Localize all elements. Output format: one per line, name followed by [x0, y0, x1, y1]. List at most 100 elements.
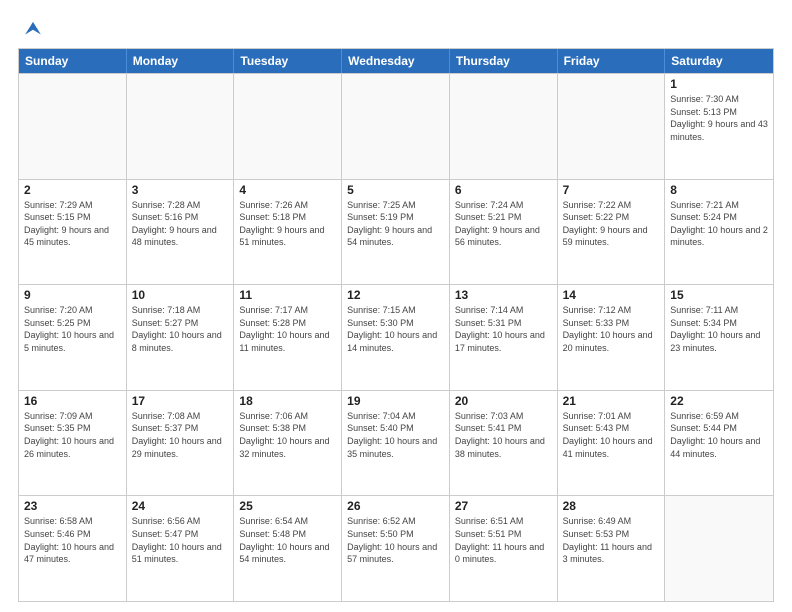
calendar-row-3: 16Sunrise: 7:09 AM Sunset: 5:35 PM Dayli…: [19, 390, 773, 496]
day-info: Sunrise: 7:18 AM Sunset: 5:27 PM Dayligh…: [132, 304, 229, 354]
calendar: Sunday Monday Tuesday Wednesday Thursday…: [18, 48, 774, 602]
day-number: 22: [670, 394, 768, 408]
weekday-friday: Friday: [558, 49, 666, 73]
calendar-cell-r0-c1: [127, 74, 235, 179]
calendar-cell-r3-c1: 17Sunrise: 7:08 AM Sunset: 5:37 PM Dayli…: [127, 391, 235, 496]
day-number: 27: [455, 499, 552, 513]
weekday-thursday: Thursday: [450, 49, 558, 73]
day-number: 6: [455, 183, 552, 197]
day-info: Sunrise: 7:29 AM Sunset: 5:15 PM Dayligh…: [24, 199, 121, 249]
calendar-row-1: 2Sunrise: 7:29 AM Sunset: 5:15 PM Daylig…: [19, 179, 773, 285]
day-info: Sunrise: 7:22 AM Sunset: 5:22 PM Dayligh…: [563, 199, 660, 249]
day-info: Sunrise: 7:28 AM Sunset: 5:16 PM Dayligh…: [132, 199, 229, 249]
day-number: 26: [347, 499, 444, 513]
calendar-cell-r0-c0: [19, 74, 127, 179]
day-info: Sunrise: 7:08 AM Sunset: 5:37 PM Dayligh…: [132, 410, 229, 460]
day-info: Sunrise: 7:11 AM Sunset: 5:34 PM Dayligh…: [670, 304, 768, 354]
day-info: Sunrise: 7:24 AM Sunset: 5:21 PM Dayligh…: [455, 199, 552, 249]
day-number: 10: [132, 288, 229, 302]
calendar-header: Sunday Monday Tuesday Wednesday Thursday…: [19, 49, 773, 73]
calendar-cell-r4-c3: 26 Sunrise: 6:52 AM Sunset: 5:50 PM Dayli…: [342, 496, 450, 601]
day-number: 25: [239, 499, 336, 513]
calendar-cell-r4-c5: 28 Sunrise: 6:49 AM Sunset: 5:53 PM Dayli…: [558, 496, 666, 601]
day-info: Sunrise: 6:51 AM Sunset: 5:51 PM Dayligh…: [455, 515, 552, 565]
day-number: 4: [239, 183, 336, 197]
day-number: 7: [563, 183, 660, 197]
day-number: 14: [563, 288, 660, 302]
day-info: Sunrise: 6:54 AM Sunset: 5:48 PM Dayligh…: [239, 515, 336, 565]
calendar-cell-r4-c4: 27 Sunrise: 6:51 AM Sunset: 5:51 PM Dayli…: [450, 496, 558, 601]
calendar-cell-r1-c0: 2Sunrise: 7:29 AM Sunset: 5:15 PM Daylig…: [19, 180, 127, 285]
calendar-cell-r4-c2: 25 Sunrise: 6:54 AM Sunset: 5:48 PM Dayli…: [234, 496, 342, 601]
day-number: 9: [24, 288, 121, 302]
calendar-body: 1 Sunrise: 7:30 AM Sunset: 5:13 PM Daylig…: [19, 73, 773, 601]
calendar-cell-r0-c6: 1 Sunrise: 7:30 AM Sunset: 5:13 PM Daylig…: [665, 74, 773, 179]
calendar-cell-r2-c6: 15 Sunrise: 7:11 AM Sunset: 5:34 PM Dayli…: [665, 285, 773, 390]
calendar-cell-r4-c1: 24 Sunrise: 6:56 AM Sunset: 5:47 PM Dayli…: [127, 496, 235, 601]
day-info: Sunrise: 7:14 AM Sunset: 5:31 PM Dayligh…: [455, 304, 552, 354]
calendar-cell-r2-c1: 10 Sunrise: 7:18 AM Sunset: 5:27 PM Dayli…: [127, 285, 235, 390]
day-info: Sunrise: 7:26 AM Sunset: 5:18 PM Dayligh…: [239, 199, 336, 249]
weekday-tuesday: Tuesday: [234, 49, 342, 73]
day-number: 18: [239, 394, 336, 408]
calendar-cell-r4-c6: [665, 496, 773, 601]
calendar-cell-r1-c3: 5 Sunrise: 7:25 AM Sunset: 5:19 PM Daylig…: [342, 180, 450, 285]
day-info: Sunrise: 7:01 AM Sunset: 5:43 PM Dayligh…: [563, 410, 660, 460]
day-number: 24: [132, 499, 229, 513]
day-info: Sunrise: 7:06 AM Sunset: 5:38 PM Dayligh…: [239, 410, 336, 460]
calendar-cell-r0-c4: [450, 74, 558, 179]
logo-icon: [22, 18, 44, 40]
day-number: 8: [670, 183, 768, 197]
day-info: Sunrise: 7:15 AM Sunset: 5:30 PM Dayligh…: [347, 304, 444, 354]
calendar-row-2: 9 Sunrise: 7:20 AM Sunset: 5:25 PM Daylig…: [19, 284, 773, 390]
day-info: Sunrise: 7:30 AM Sunset: 5:13 PM Dayligh…: [670, 93, 768, 143]
day-number: 13: [455, 288, 552, 302]
calendar-cell-r2-c2: 11Sunrise: 7:17 AM Sunset: 5:28 PM Dayli…: [234, 285, 342, 390]
calendar-cell-r3-c3: 19 Sunrise: 7:04 AM Sunset: 5:40 PM Dayli…: [342, 391, 450, 496]
calendar-cell-r2-c3: 12 Sunrise: 7:15 AM Sunset: 5:30 PM Dayli…: [342, 285, 450, 390]
day-info: Sunrise: 7:20 AM Sunset: 5:25 PM Dayligh…: [24, 304, 121, 354]
day-number: 28: [563, 499, 660, 513]
day-info: Sunrise: 7:25 AM Sunset: 5:19 PM Dayligh…: [347, 199, 444, 249]
calendar-cell-r0-c3: [342, 74, 450, 179]
day-info: Sunrise: 7:09 AM Sunset: 5:35 PM Dayligh…: [24, 410, 121, 460]
calendar-cell-r1-c4: 6 Sunrise: 7:24 AM Sunset: 5:21 PM Daylig…: [450, 180, 558, 285]
day-number: 5: [347, 183, 444, 197]
calendar-cell-r1-c1: 3 Sunrise: 7:28 AM Sunset: 5:16 PM Daylig…: [127, 180, 235, 285]
calendar-cell-r1-c6: 8 Sunrise: 7:21 AM Sunset: 5:24 PM Daylig…: [665, 180, 773, 285]
calendar-cell-r0-c5: [558, 74, 666, 179]
day-number: 23: [24, 499, 121, 513]
calendar-cell-r3-c6: 22 Sunrise: 6:59 AM Sunset: 5:44 PM Dayli…: [665, 391, 773, 496]
weekday-saturday: Saturday: [665, 49, 773, 73]
day-info: Sunrise: 6:56 AM Sunset: 5:47 PM Dayligh…: [132, 515, 229, 565]
day-info: Sunrise: 7:04 AM Sunset: 5:40 PM Dayligh…: [347, 410, 444, 460]
day-info: Sunrise: 7:03 AM Sunset: 5:41 PM Dayligh…: [455, 410, 552, 460]
day-info: Sunrise: 6:59 AM Sunset: 5:44 PM Dayligh…: [670, 410, 768, 460]
weekday-sunday: Sunday: [19, 49, 127, 73]
day-number: 15: [670, 288, 768, 302]
day-info: Sunrise: 6:58 AM Sunset: 5:46 PM Dayligh…: [24, 515, 121, 565]
calendar-row-0: 1 Sunrise: 7:30 AM Sunset: 5:13 PM Daylig…: [19, 73, 773, 179]
day-info: Sunrise: 7:12 AM Sunset: 5:33 PM Dayligh…: [563, 304, 660, 354]
weekday-wednesday: Wednesday: [342, 49, 450, 73]
calendar-cell-r0-c2: [234, 74, 342, 179]
calendar-row-4: 23 Sunrise: 6:58 AM Sunset: 5:46 PM Dayli…: [19, 495, 773, 601]
day-number: 21: [563, 394, 660, 408]
day-info: Sunrise: 7:17 AM Sunset: 5:28 PM Dayligh…: [239, 304, 336, 354]
calendar-cell-r2-c0: 9 Sunrise: 7:20 AM Sunset: 5:25 PM Daylig…: [19, 285, 127, 390]
header: [18, 18, 774, 40]
day-number: 12: [347, 288, 444, 302]
day-number: 1: [670, 77, 768, 91]
day-info: Sunrise: 7:21 AM Sunset: 5:24 PM Dayligh…: [670, 199, 768, 249]
day-number: 3: [132, 183, 229, 197]
day-info: Sunrise: 6:52 AM Sunset: 5:50 PM Dayligh…: [347, 515, 444, 565]
calendar-cell-r2-c4: 13 Sunrise: 7:14 AM Sunset: 5:31 PM Dayli…: [450, 285, 558, 390]
day-number: 19: [347, 394, 444, 408]
calendar-cell-r1-c5: 7 Sunrise: 7:22 AM Sunset: 5:22 PM Daylig…: [558, 180, 666, 285]
logo: [18, 18, 44, 40]
day-info: Sunrise: 6:49 AM Sunset: 5:53 PM Dayligh…: [563, 515, 660, 565]
calendar-cell-r3-c0: 16Sunrise: 7:09 AM Sunset: 5:35 PM Dayli…: [19, 391, 127, 496]
weekday-monday: Monday: [127, 49, 235, 73]
calendar-cell-r2-c5: 14 Sunrise: 7:12 AM Sunset: 5:33 PM Dayli…: [558, 285, 666, 390]
day-number: 20: [455, 394, 552, 408]
